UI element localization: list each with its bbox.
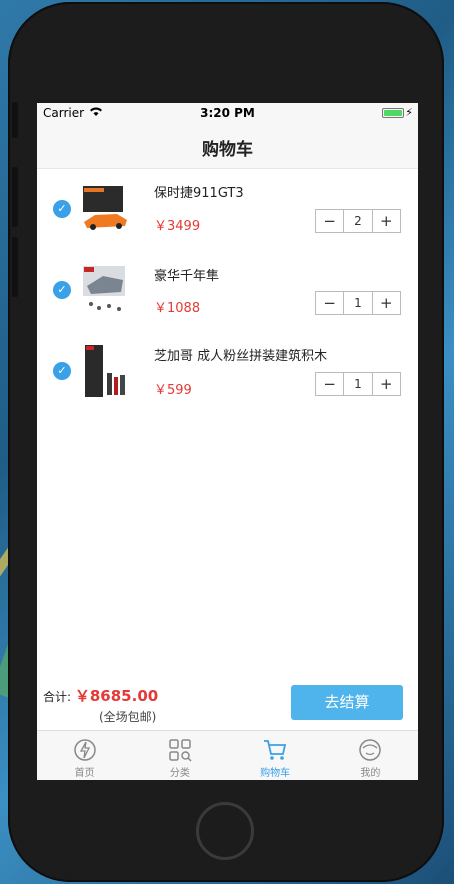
clock: 3:20 PM [200, 106, 255, 120]
tab-profile[interactable]: 我的 [323, 731, 418, 780]
item-name: 芝加哥 成人粉丝拼装建筑积木 [154, 349, 328, 364]
battery-icon [382, 108, 404, 118]
quantity-value: 1 [343, 292, 373, 314]
item-name: 保时捷911GT3 [154, 186, 244, 201]
volume-down-button [12, 237, 18, 297]
status-bar: Carrier 3:20 PM ⚡ [37, 103, 418, 123]
cart-item: ✓ 保时捷911GT3 ￥3499 − 2 + [37, 175, 418, 255]
quantity-stepper: − 2 + [315, 209, 401, 233]
total-summary: 合计: ￥8685.00 [43, 685, 158, 706]
charging-icon: ⚡ [405, 106, 413, 119]
total-amount: ￥8685.00 [74, 687, 159, 705]
face-icon [359, 739, 382, 761]
increment-button[interactable]: + [373, 373, 400, 395]
cart-item: ✓ 豪华千年隼 ￥1088 − 1 + [37, 257, 418, 337]
tab-cart[interactable]: 购物车 [228, 731, 323, 780]
cart-item: ✓ 芝加哥 成人粉丝拼装建筑积木 ￥599 − 1 + [37, 339, 418, 419]
item-checkbox[interactable]: ✓ [53, 281, 71, 299]
navigation-bar: 购物车 [37, 123, 418, 169]
mute-switch [12, 102, 18, 138]
volume-up-button [12, 167, 18, 227]
product-image [83, 186, 127, 230]
product-image [85, 345, 125, 397]
decrement-button[interactable]: − [316, 373, 343, 395]
item-price: ￥599 [154, 383, 192, 398]
quantity-value: 1 [343, 373, 373, 395]
quantity-stepper: − 1 + [315, 291, 401, 315]
shipping-note: (全场包邮) [99, 710, 157, 724]
decrement-button[interactable]: − [316, 292, 343, 314]
checkout-button[interactable]: 去结算 [291, 685, 403, 720]
quantity-stepper: − 1 + [315, 372, 401, 396]
tab-label: 首页 [74, 768, 95, 779]
increment-button[interactable]: + [373, 210, 400, 232]
increment-button[interactable]: + [373, 292, 400, 314]
tab-home[interactable]: 首页 [37, 731, 132, 780]
item-name: 豪华千年隼 [154, 269, 220, 284]
item-price: ￥3499 [154, 219, 201, 234]
quantity-value: 2 [343, 210, 373, 232]
cart-icon [264, 740, 287, 760]
product-image [83, 266, 125, 311]
grid-icon [169, 739, 192, 762]
lightning-icon [73, 739, 96, 761]
tab-category[interactable]: 分类 [132, 731, 227, 780]
item-checkbox[interactable]: ✓ [53, 362, 71, 380]
tab-label: 购物车 [260, 768, 291, 779]
app-screen: Carrier 3:20 PM ⚡ 购物车 ✓ 保时捷911GT3 ￥3499 … [37, 103, 418, 780]
home-button[interactable] [196, 802, 254, 860]
tab-label: 我的 [360, 768, 381, 779]
total-label: 合计: [43, 690, 72, 704]
tab-bar: 首页 分类 购物车 我的 [37, 730, 418, 780]
item-price: ￥1088 [154, 301, 201, 316]
item-checkbox[interactable]: ✓ [53, 200, 71, 218]
tab-label: 分类 [169, 768, 190, 779]
page-title: 购物车 [202, 140, 253, 160]
decrement-button[interactable]: − [316, 210, 343, 232]
